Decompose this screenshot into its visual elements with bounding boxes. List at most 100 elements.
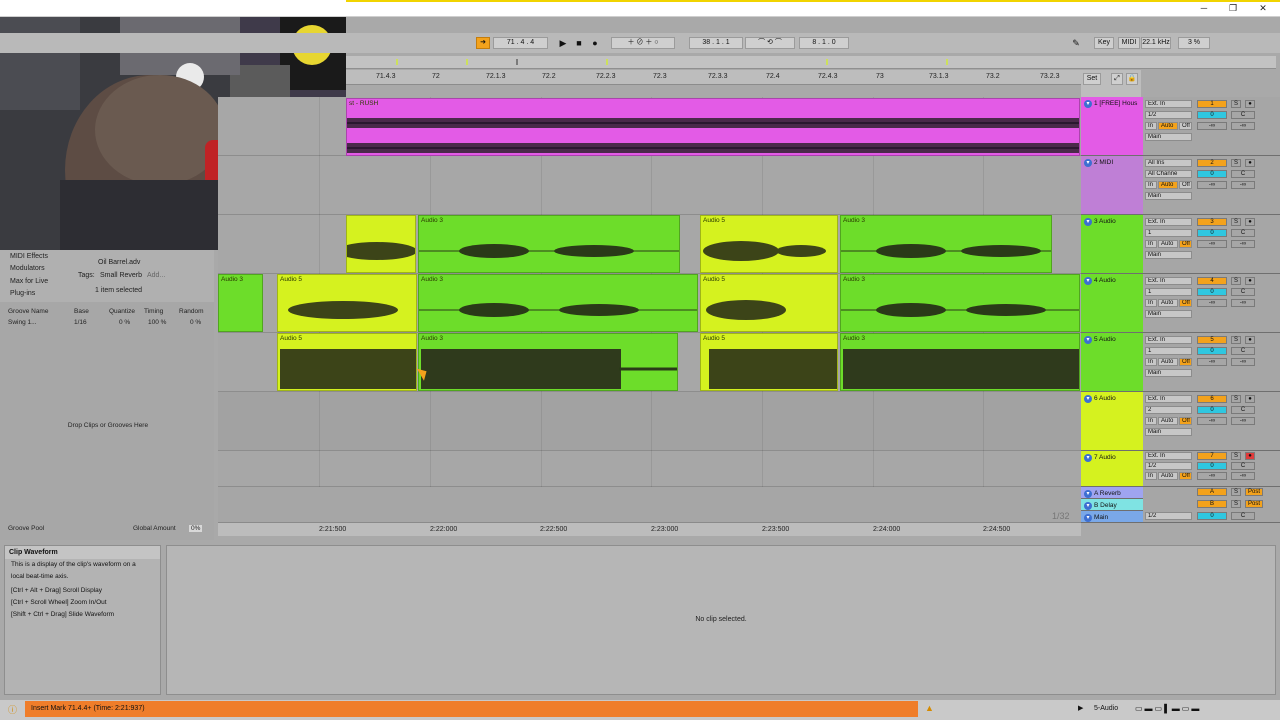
track-header-5[interactable]: 5 Audio: [1081, 333, 1143, 392]
monitor-off[interactable]: Off: [1179, 299, 1192, 307]
send-b[interactable]: -∞: [1231, 122, 1255, 130]
volume-field[interactable]: 0: [1197, 288, 1227, 296]
track-lane-7[interactable]: [218, 451, 1081, 487]
monitor-in[interactable]: In: [1145, 240, 1157, 248]
return-header-b[interactable]: B Delay: [1081, 499, 1143, 511]
input-type-select[interactable]: Ext. In: [1145, 452, 1192, 460]
audio-clip[interactable]: Audio 5: [277, 274, 417, 332]
view-toggle-icons[interactable]: ▭▬▭▌▬▭▬: [1135, 704, 1201, 713]
audio-clip[interactable]: Audio 5: [700, 274, 838, 332]
track-name[interactable]: B Delay: [1084, 502, 1117, 510]
output-select[interactable]: Main: [1145, 310, 1192, 318]
arm-button[interactable]: ●: [1245, 218, 1255, 226]
send-a[interactable]: -∞: [1197, 122, 1227, 130]
pan-field[interactable]: C: [1231, 406, 1255, 414]
volume-field[interactable]: 0: [1197, 406, 1227, 414]
track-header-4[interactable]: 4 Audio: [1081, 274, 1143, 333]
solo-button[interactable]: S: [1231, 500, 1241, 508]
monitor-off[interactable]: Off: [1179, 472, 1192, 480]
lock-icon[interactable]: 🔒: [1126, 73, 1138, 85]
warning-icon[interactable]: ▲: [925, 703, 934, 713]
output-select[interactable]: Main: [1145, 251, 1192, 259]
return-b-activator[interactable]: B: [1197, 500, 1227, 508]
set-locator-button[interactable]: Set: [1083, 73, 1101, 85]
monitor-auto[interactable]: Auto: [1158, 358, 1178, 366]
pan-field[interactable]: C: [1231, 347, 1255, 355]
audio-clip[interactable]: Audio 5: [700, 333, 838, 391]
draw-mode-icon[interactable]: ✎: [1070, 37, 1082, 49]
send-a[interactable]: -∞: [1197, 358, 1227, 366]
send-b[interactable]: -∞: [1231, 299, 1255, 307]
track-name[interactable]: 1 [FREE] Hous: [1084, 100, 1137, 108]
play-icon[interactable]: ▶: [1078, 704, 1083, 712]
groove-row-name[interactable]: Swing 1...: [8, 319, 37, 326]
loop-length[interactable]: 8 . 1 . 0: [799, 37, 849, 49]
monitor-auto[interactable]: Auto: [1158, 472, 1178, 480]
track-header-7[interactable]: 7 Audio: [1081, 451, 1143, 487]
loop-toggle[interactable]: ⌒ ⟲ ⌒: [745, 37, 795, 49]
monitor-in[interactable]: In: [1145, 122, 1157, 130]
track-activator[interactable]: 3: [1197, 218, 1227, 226]
input-channel-select[interactable]: 1: [1145, 229, 1192, 237]
input-channel-select[interactable]: All Channe: [1145, 170, 1192, 178]
browser-category-modulators[interactable]: Modulators: [10, 265, 45, 272]
audio-clip[interactable]: st - RUSH: [346, 98, 1080, 156]
arm-button[interactable]: ●: [1245, 277, 1255, 285]
volume-field[interactable]: 0: [1197, 462, 1227, 470]
tag-chip[interactable]: Small Reverb: [100, 272, 142, 279]
monitor-auto[interactable]: Auto: [1158, 417, 1178, 425]
return-header-a[interactable]: A Reverb: [1081, 487, 1143, 499]
output-select[interactable]: Main: [1145, 192, 1192, 200]
solo-button[interactable]: S: [1231, 395, 1241, 403]
input-channel-select[interactable]: 1: [1145, 347, 1192, 355]
volume-field[interactable]: 0: [1197, 111, 1227, 119]
monitor-auto[interactable]: Auto: [1158, 122, 1178, 130]
input-type-select[interactable]: Ext. In: [1145, 218, 1192, 226]
key-map-button[interactable]: Key: [1094, 37, 1114, 49]
track-header-2[interactable]: 2 MIDI: [1081, 156, 1143, 215]
track-name[interactable]: 4 Audio: [1084, 277, 1116, 285]
global-amount-field[interactable]: 0%: [189, 525, 203, 532]
pan-field[interactable]: C: [1231, 170, 1255, 178]
volume-field[interactable]: 0: [1197, 170, 1227, 178]
info-toggle-icon[interactable]: ⓘ: [8, 703, 17, 716]
post-button[interactable]: Post: [1245, 488, 1263, 496]
groove-row-quantize[interactable]: 0 %: [119, 319, 130, 326]
solo-button[interactable]: S: [1231, 159, 1241, 167]
pan-field[interactable]: C: [1231, 288, 1255, 296]
output-select[interactable]: Main: [1145, 369, 1192, 377]
pan-field[interactable]: C: [1231, 229, 1255, 237]
send-b[interactable]: -∞: [1231, 181, 1255, 189]
audio-clip[interactable]: Audio 3: [418, 333, 678, 391]
track-activator[interactable]: 7: [1197, 452, 1227, 460]
track-name[interactable]: 3 Audio: [1084, 218, 1116, 226]
stop-button[interactable]: ■: [573, 37, 585, 49]
monitor-auto[interactable]: Auto: [1158, 240, 1178, 248]
input-channel-select[interactable]: 1/2: [1145, 111, 1192, 119]
monitor-off[interactable]: Off: [1179, 358, 1192, 366]
input-channel-select[interactable]: 1/2: [1145, 462, 1192, 470]
arm-button[interactable]: ●: [1245, 336, 1255, 344]
browser-category-plugins[interactable]: Plug-ins: [10, 290, 35, 297]
audio-clip[interactable]: Audio 3: [418, 215, 680, 273]
minimize-icon[interactable]: ─: [1191, 2, 1217, 14]
groove-row-random[interactable]: 0 %: [190, 319, 201, 326]
play-button[interactable]: ▶: [557, 37, 569, 49]
solo-button[interactable]: S: [1231, 218, 1241, 226]
track-activator[interactable]: 4: [1197, 277, 1227, 285]
send-b[interactable]: -∞: [1231, 417, 1255, 425]
send-b[interactable]: -∞: [1231, 358, 1255, 366]
monitor-off[interactable]: Off: [1179, 417, 1192, 425]
main-pan[interactable]: C: [1231, 512, 1255, 520]
loop-start[interactable]: 38 . 1 . 1: [689, 37, 743, 49]
audio-clip[interactable]: [346, 215, 416, 273]
pan-field[interactable]: C: [1231, 111, 1255, 119]
monitor-off[interactable]: Off: [1179, 240, 1192, 248]
browser-category-max-for-live[interactable]: Max for Live: [10, 278, 48, 285]
track-header-1[interactable]: 1 [FREE] Hous: [1081, 97, 1143, 156]
send-a[interactable]: -∞: [1197, 472, 1227, 480]
tag-add[interactable]: Add...: [147, 272, 165, 279]
record-button[interactable]: ●: [589, 37, 601, 49]
groove-row-base[interactable]: 1/16: [74, 319, 87, 326]
main-volume[interactable]: 0: [1197, 512, 1227, 520]
